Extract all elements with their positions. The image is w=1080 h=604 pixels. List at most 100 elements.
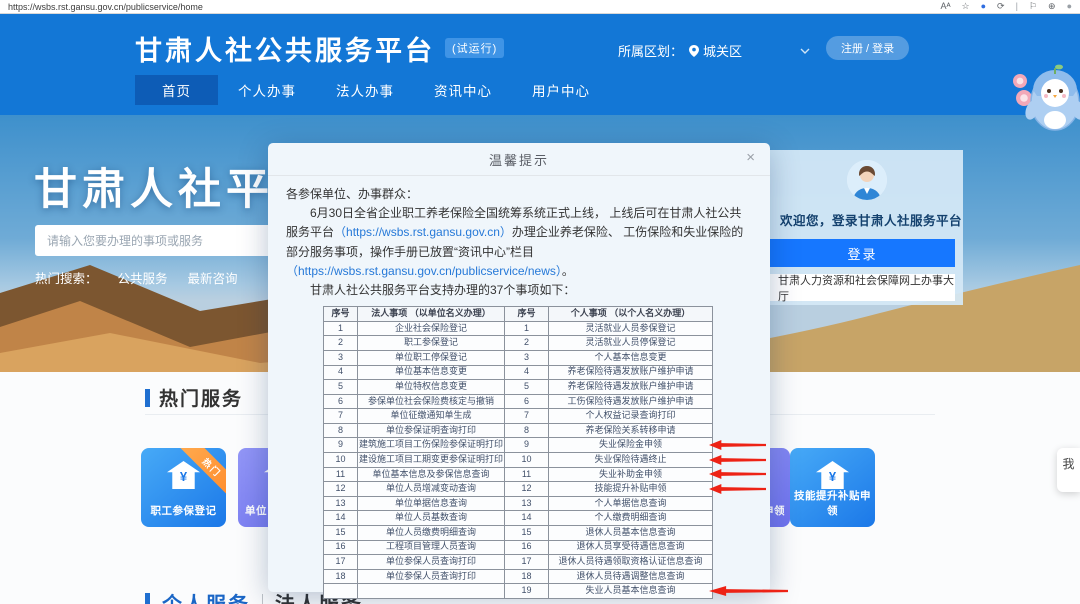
table-row: 8单位参保证明查询打印8养老保险关系转移申请	[324, 423, 713, 438]
login-button[interactable]: 登录	[770, 239, 955, 267]
legal-index-cell: 4	[324, 365, 358, 380]
table-row: 9建筑施工项目工伤保险参保证明打印9失业保险金申领	[324, 438, 713, 453]
legal-index-cell: 1	[324, 321, 358, 336]
personal-item-cell: 失业人员基本信息查询	[549, 584, 713, 599]
personal-item-cell: 退休人员待遇领取资格认证信息查询	[549, 555, 713, 570]
personal-index-cell: 2	[505, 336, 549, 351]
collections-icon[interactable]: ⟳	[997, 2, 1005, 11]
profile-icon[interactable]: ●	[1067, 2, 1072, 11]
red-arrow-annotation	[709, 469, 766, 480]
table-row: 16工程项目管理人员查询16退休人员享受待遇信息查询	[324, 540, 713, 555]
table-row: 13单位单据信息查询13个人单据信息查询	[324, 496, 713, 511]
split-divider-icon[interactable]: |	[1016, 2, 1018, 11]
legal-item-cell: 单位参保证明查询打印	[358, 423, 505, 438]
legal-index-cell: 11	[324, 467, 358, 482]
nav-tab-legal[interactable]: 法人办事	[316, 75, 414, 105]
personal-index-cell: 1	[505, 321, 549, 336]
nav-tab-news[interactable]: 资讯中心	[414, 75, 512, 105]
hot-search-label: 热门搜索：	[35, 268, 98, 287]
col-header-index-personal: 序号	[505, 307, 549, 322]
legal-index-cell: 16	[324, 540, 358, 555]
legal-item-cell: 单位参保人员查询打印	[358, 555, 505, 570]
text-size-icon[interactable]: Aᴬ	[940, 2, 950, 11]
legal-index-cell: 15	[324, 526, 358, 541]
hot-search-link-news[interactable]: 最新咨询	[188, 268, 238, 287]
personal-item-cell: 个人单据信息查询	[549, 496, 713, 511]
table-row: 10建设施工项目工期变更参保证明打印10失业保险待遇终止	[324, 453, 713, 468]
legal-item-cell: 参保单位社会保险费核定与撤销	[358, 394, 505, 409]
region-selector[interactable]: 所属区划： 城关区	[618, 41, 810, 60]
legal-index-cell: 2	[324, 336, 358, 351]
nav-tab-personal[interactable]: 个人办事	[218, 75, 316, 105]
personal-item-cell: 技能提升补贴申领	[549, 482, 713, 497]
section-head: 热门服务	[145, 384, 243, 411]
personal-index-cell: 3	[505, 350, 549, 365]
red-arrow-annotation	[709, 484, 766, 495]
personal-item-cell: 养老保险待遇发放账户维护申请	[549, 365, 713, 380]
url-text[interactable]: https://wsbs.rst.gansu.gov.cn/publicserv…	[8, 2, 203, 12]
legal-item-cell: 建设施工项目工期变更参保证明打印	[358, 453, 505, 468]
table-row: 12单位人员增减变动查询12技能提升补贴申领	[324, 482, 713, 497]
nav-tab-home[interactable]: 首页	[135, 75, 218, 105]
personal-index-cell: 10	[505, 453, 549, 468]
browser-address-bar[interactable]: https://wsbs.rst.gansu.gov.cn/publicserv…	[0, 0, 1080, 14]
legal-index-cell	[324, 584, 358, 599]
table-row: 7单位征缴通知单生成7个人权益记录查询打印	[324, 409, 713, 424]
service-card-skill-subsidy[interactable]: ¥ 技能提升补贴申领	[790, 448, 875, 527]
col-header-index-legal: 序号	[324, 307, 358, 322]
personal-item-cell: 个人缴费明细查询	[549, 511, 713, 526]
personal-index-cell: 11	[505, 467, 549, 482]
house-yen-icon: ¥	[167, 461, 200, 489]
personal-index-cell: 12	[505, 482, 549, 497]
table-row: 18单位参保人员查询打印18退休人员待遇调整信息查询	[324, 569, 713, 584]
modal-header: 温馨提示 ×	[268, 143, 770, 176]
hot-search-row: 热门搜索： 公共服务 最新咨询	[35, 268, 238, 287]
register-login-button[interactable]: 注册 / 登录	[826, 36, 909, 60]
personal-item-cell: 失业保险待遇终止	[549, 453, 713, 468]
browser-essentials-icon[interactable]: ⊕	[1048, 2, 1056, 11]
personal-item-cell: 灵活就业人员参保登记	[549, 321, 713, 336]
personal-item-cell: 个人权益记录查询打印	[549, 409, 713, 424]
personal-index-cell: 7	[505, 409, 549, 424]
modal-table-body: 1企业社会保险登记1灵活就业人员参保登记2职工参保登记2灵活就业人员停保登记3单…	[324, 321, 713, 598]
location-pin-icon	[689, 45, 699, 57]
legal-item-cell: 单位单据信息查询	[358, 496, 505, 511]
legal-item-cell: 单位基本信息及参保信息查询	[358, 467, 505, 482]
modal-body: 各参保单位、办事群众： 6月30日全省企业职工养老保险全国统筹系统正式上线， 上…	[268, 176, 770, 599]
table-row: 15单位人员缴费明细查询15退休人员基本信息查询	[324, 526, 713, 541]
legal-index-cell: 9	[324, 438, 358, 453]
personal-index-cell: 4	[505, 365, 549, 380]
table-row: 17单位参保人员查询打印17退休人员待遇领取资格认证信息查询	[324, 555, 713, 570]
portal-link[interactable]: 甘肃人力资源和社会保障网上办事大厅	[770, 274, 955, 301]
table-row: 6参保单位社会保险费核定与撤销6工伤保险待遇发放账户维护申请	[324, 394, 713, 409]
notice-link-news[interactable]: （https://wsbs.rst.gansu.gov.cn/publicser…	[286, 264, 562, 278]
personal-item-cell: 退休人员基本信息查询	[549, 526, 713, 541]
tab-personal-services[interactable]: 个人服务	[162, 588, 250, 604]
extension-badge-icon[interactable]: ●	[981, 2, 986, 11]
table-row: 5单位特权信息变更5养老保险待遇发放账户维护申请	[324, 380, 713, 395]
notice-link-home[interactable]: （https://wsbs.rst.gansu.gov.cn）	[334, 225, 512, 239]
personal-index-cell: 17	[505, 555, 549, 570]
legal-index-cell: 7	[324, 409, 358, 424]
chevron-down-icon[interactable]	[800, 48, 810, 54]
main-nav: 首页 个人办事 法人办事 资讯中心 用户中心	[135, 75, 610, 105]
legal-item-cell	[358, 584, 505, 599]
nav-tab-user[interactable]: 用户中心	[512, 75, 610, 105]
region-label: 所属区划：	[618, 41, 683, 60]
table-row: 3单位职工停保登记3个人基本信息变更	[324, 350, 713, 365]
avatar	[847, 160, 887, 200]
favorites-icon[interactable]: ☆	[962, 2, 970, 11]
favorites-bar-icon[interactable]: ⚐	[1029, 2, 1037, 11]
consult-floating-widget[interactable]: 我	[1057, 448, 1080, 492]
mascot-assistant[interactable]	[1003, 60, 1080, 137]
legal-item-cell: 职工参保登记	[358, 336, 505, 351]
personal-index-cell: 18	[505, 569, 549, 584]
legal-item-cell: 企业社会保险登记	[358, 321, 505, 336]
legal-item-cell: 单位人员基数查询	[358, 511, 505, 526]
personal-index-cell: 14	[505, 511, 549, 526]
close-icon[interactable]: ×	[746, 150, 757, 165]
legal-index-cell: 6	[324, 394, 358, 409]
service-card-employee-registration[interactable]: 热门 ¥ 职工参保登记	[141, 448, 226, 527]
site-title-text: 甘肃人社公共服务平台	[135, 29, 435, 68]
hot-search-link-public[interactable]: 公共服务	[118, 268, 168, 287]
